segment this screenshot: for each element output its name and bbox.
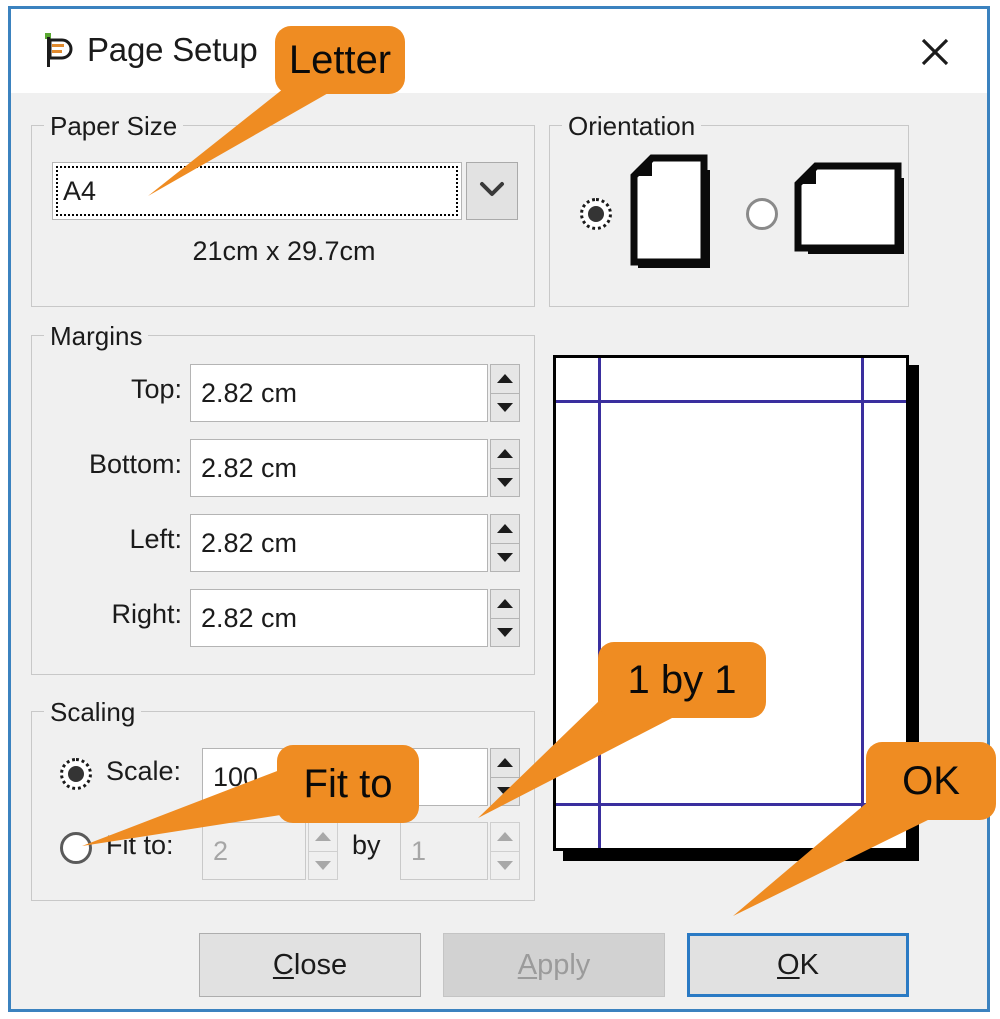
orientation-radio-portrait[interactable] bbox=[580, 198, 612, 230]
fit-to-pages-wide-input[interactable]: 2 bbox=[202, 822, 306, 880]
fit-to-label: Fit to: bbox=[106, 830, 174, 860]
ok-button-label: OK bbox=[777, 948, 819, 981]
margin-guide-left bbox=[598, 358, 601, 848]
callout-letter: Letter bbox=[275, 26, 405, 94]
fit-to-pages-wide-spinner[interactable] bbox=[308, 822, 338, 880]
screenshot-root: Page Setup Paper Size A4 21cm x 29.7cm O… bbox=[0, 0, 1000, 1019]
triangle-up-icon bbox=[497, 449, 513, 459]
orientation-group: Orientation bbox=[549, 111, 909, 307]
orientation-legend: Orientation bbox=[562, 111, 702, 142]
orientation-radio-landscape[interactable] bbox=[746, 198, 778, 230]
portrait-page-icon[interactable] bbox=[628, 154, 718, 279]
close-icon[interactable] bbox=[909, 27, 961, 77]
margin-input-top[interactable]: 2.82 cm bbox=[190, 364, 488, 422]
apply-button[interactable]: Apply bbox=[443, 933, 665, 997]
spinner-up-button[interactable] bbox=[491, 440, 519, 469]
scale-label: Scale: bbox=[106, 756, 182, 786]
callout-fit-to: Fit to bbox=[277, 745, 419, 823]
fit-to-by-label: by bbox=[352, 830, 381, 860]
apply-button-label: Apply bbox=[517, 948, 591, 981]
triangle-down-icon bbox=[497, 477, 513, 487]
margin-spinner-right[interactable] bbox=[490, 589, 520, 647]
margin-spinner-left[interactable] bbox=[490, 514, 520, 572]
triangle-down-icon bbox=[497, 402, 513, 412]
triangle-down-icon bbox=[497, 552, 513, 562]
spinner-up-button[interactable] bbox=[491, 365, 519, 394]
paper-size-input[interactable]: A4 bbox=[52, 162, 462, 220]
paper-dimensions-text: 21cm x 29.7cm bbox=[192, 236, 376, 266]
paper-size-legend: Paper Size bbox=[44, 111, 184, 142]
spinner-up-button[interactable] bbox=[491, 515, 519, 544]
scaling-radio-fit-to[interactable] bbox=[60, 832, 92, 864]
radio-dot bbox=[588, 206, 604, 222]
spinner-up-button[interactable] bbox=[491, 823, 519, 852]
spinner-down-button[interactable] bbox=[309, 852, 337, 880]
chevron-down-icon bbox=[479, 180, 505, 203]
spinner-down-button[interactable] bbox=[491, 619, 519, 647]
dialog-body: Paper Size A4 21cm x 29.7cm Orientation bbox=[11, 93, 987, 1009]
margin-label-top: Top: bbox=[130, 374, 182, 404]
triangle-down-icon bbox=[497, 860, 513, 870]
triangle-down-icon bbox=[497, 627, 513, 637]
margin-guide-top bbox=[556, 400, 906, 403]
margin-label-right: Right: bbox=[111, 599, 182, 629]
callout-ok: OK bbox=[866, 742, 996, 820]
spinner-up-button[interactable] bbox=[309, 823, 337, 852]
spinner-down-button[interactable] bbox=[491, 544, 519, 572]
spinner-down-button[interactable] bbox=[491, 778, 519, 806]
fit-to-pages-tall-input[interactable]: 1 bbox=[400, 822, 488, 880]
margins-legend: Margins bbox=[44, 321, 149, 352]
preview-page bbox=[553, 355, 909, 851]
triangle-up-icon bbox=[497, 599, 513, 609]
title-bar: Page Setup bbox=[11, 9, 987, 94]
margins-group: Margins Top: 2.82 cm Bottom: 2.82 cm Lef… bbox=[31, 321, 535, 675]
spinner-up-button[interactable] bbox=[491, 590, 519, 619]
close-button-label: Close bbox=[272, 948, 348, 981]
ok-button[interactable]: OK bbox=[687, 933, 909, 997]
paper-size-group: Paper Size A4 21cm x 29.7cm bbox=[31, 111, 535, 307]
triangle-up-icon bbox=[497, 758, 513, 768]
fit-to-pages-tall-spinner[interactable] bbox=[490, 822, 520, 880]
page-setup-dialog: Page Setup Paper Size A4 21cm x 29.7cm O… bbox=[8, 6, 990, 1012]
margin-label-left: Left: bbox=[129, 524, 182, 554]
margin-spinner-bottom[interactable] bbox=[490, 439, 520, 497]
scaling-legend: Scaling bbox=[44, 697, 142, 728]
page-title: Page Setup bbox=[87, 31, 258, 68]
margin-input-right[interactable]: 2.82 cm bbox=[190, 589, 488, 647]
margin-guide-bottom bbox=[556, 803, 906, 806]
spinner-up-button[interactable] bbox=[491, 749, 519, 778]
spinner-down-button[interactable] bbox=[491, 852, 519, 880]
callout-1-by-1: 1 by 1 bbox=[598, 642, 766, 718]
scale-spinner[interactable] bbox=[490, 748, 520, 806]
landscape-page-icon[interactable] bbox=[794, 162, 914, 271]
margin-label-bottom: Bottom: bbox=[88, 449, 182, 479]
margin-spinner-top[interactable] bbox=[490, 364, 520, 422]
triangle-up-icon bbox=[497, 832, 513, 842]
triangle-up-icon bbox=[497, 524, 513, 534]
triangle-up-icon bbox=[497, 374, 513, 384]
triangle-up-icon bbox=[315, 832, 331, 842]
margin-guide-right bbox=[861, 358, 864, 848]
triangle-down-icon bbox=[497, 786, 513, 796]
close-button[interactable]: Close bbox=[199, 933, 421, 997]
spinner-down-button[interactable] bbox=[491, 394, 519, 422]
triangle-down-icon bbox=[315, 860, 331, 870]
spinner-down-button[interactable] bbox=[491, 469, 519, 497]
scaling-radio-scale[interactable] bbox=[60, 758, 92, 790]
margin-input-bottom[interactable]: 2.82 cm bbox=[190, 439, 488, 497]
radio-dot bbox=[68, 766, 84, 782]
margin-input-left[interactable]: 2.82 cm bbox=[190, 514, 488, 572]
page-setup-icon bbox=[37, 31, 77, 71]
paper-size-dropdown-button[interactable] bbox=[466, 162, 518, 220]
